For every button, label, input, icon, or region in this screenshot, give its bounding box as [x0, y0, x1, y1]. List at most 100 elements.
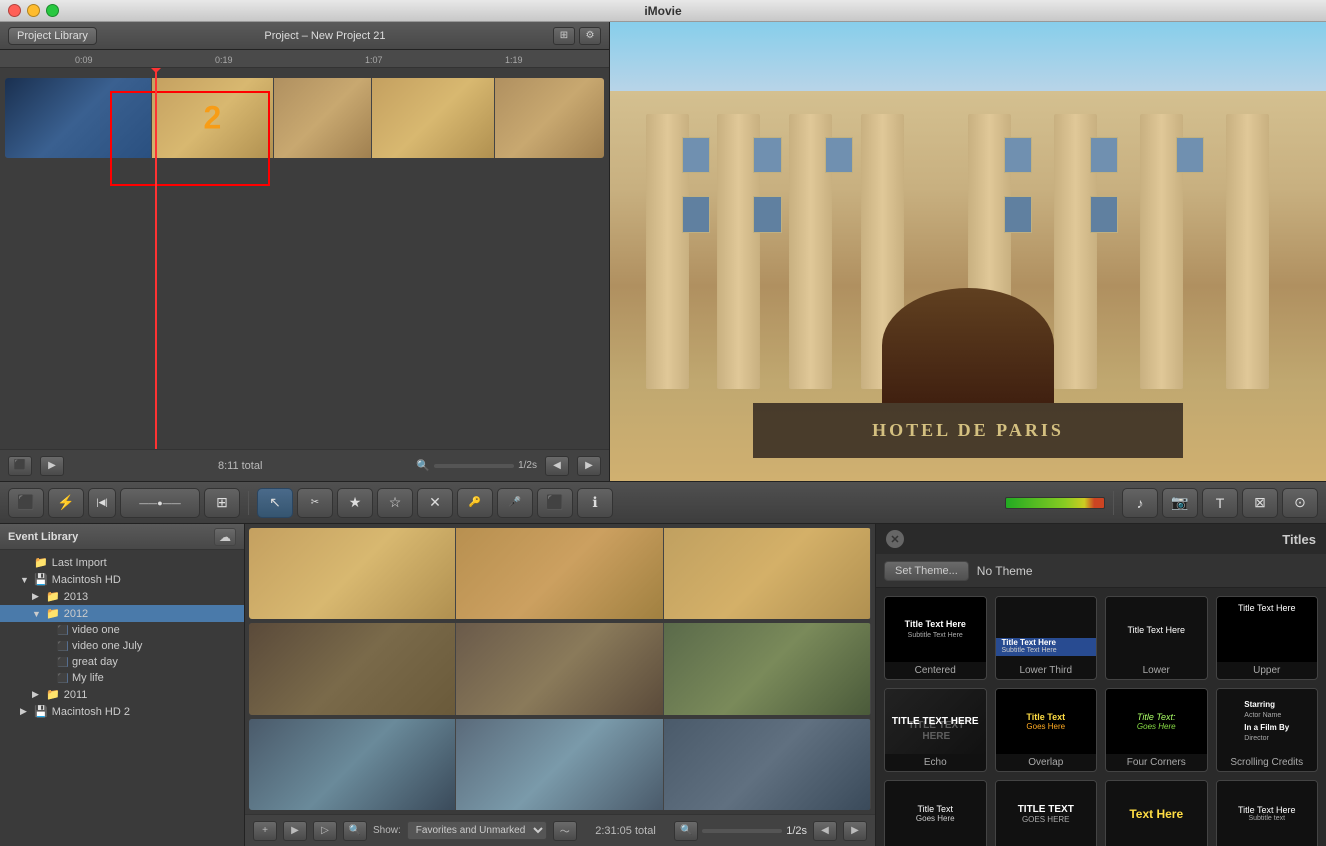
add-to-project-btn[interactable]: +	[253, 821, 277, 841]
select-tool-button[interactable]: ↖	[257, 488, 293, 518]
tree-item-great-day[interactable]: ⬛ great day	[0, 654, 244, 670]
title-card-vertical-drift[interactable]: Text Here Vertical Drift	[1105, 780, 1208, 846]
event-thumb-3	[664, 528, 871, 619]
trim-button[interactable]: |◀|	[88, 488, 116, 518]
maximize-button[interactable]	[46, 4, 59, 17]
grid-view-button[interactable]: ⊞	[204, 488, 240, 518]
upper-preview-text: Title Text Here	[1238, 603, 1296, 613]
tree-item-last-import[interactable]: 📁 Last Import	[0, 554, 244, 571]
reject-button[interactable]: ✕	[417, 488, 453, 518]
playback-bar: ⬛ ▶ 8:11 total 🔍 1/2s ◀ ▶	[0, 449, 609, 481]
title-card-upper[interactable]: Title Text Here Upper	[1216, 596, 1319, 680]
swap-icon[interactable]: ⊞	[553, 27, 575, 45]
show-select[interactable]: Favorites and Unmarked All Clips Favorit…	[407, 821, 547, 840]
event-strip-3[interactable]	[249, 719, 871, 810]
music-button[interactable]: ♪	[1122, 488, 1158, 518]
folder-icon: 📁	[34, 556, 48, 569]
crop-button[interactable]: ⬛	[537, 488, 573, 518]
clip-thumb-1	[5, 78, 152, 158]
title-card-scrolling-credits[interactable]: Starring Actor Name In a Film By Directo…	[1216, 688, 1319, 772]
event-strip-1[interactable]	[249, 528, 871, 619]
minimize-button[interactable]	[27, 4, 40, 17]
project-library-button[interactable]: Project Library	[8, 27, 97, 45]
tree-item-2013[interactable]: ▶ 📁 2013	[0, 588, 244, 605]
audio-waveform-btn[interactable]: 〜	[553, 821, 577, 841]
event-thumb-1	[249, 528, 456, 619]
sidebar-item-label: Last Import	[52, 557, 107, 569]
nav-prev-btn[interactable]: ◀	[813, 821, 837, 841]
browser-duration: 2:31:05 total	[583, 825, 668, 837]
show-label: Show:	[373, 825, 401, 836]
audio-enhance-button[interactable]: 🎤	[497, 488, 533, 518]
tree-item-video-one[interactable]: ⬛ video one	[0, 622, 244, 638]
title-card-lower[interactable]: Title Text Here Lower	[1105, 596, 1208, 680]
library-tree: 📁 Last Import ▼ 💾 Macintosh HD ▶ 📁 2013	[0, 550, 244, 846]
title-card-echo[interactable]: TITLE TEXT HERE TITLE TEXT HERE Echo	[884, 688, 987, 772]
sideways-preview-text: TITLE TEXT GOES HERE	[1018, 804, 1074, 824]
transitions-button[interactable]: ⊠	[1242, 488, 1278, 518]
title-card-drifting[interactable]: Title Text Goes Here Drifting	[884, 780, 987, 846]
tree-item-video-one-july[interactable]: ⬛ video one July	[0, 638, 244, 654]
title-card-sideways-drift[interactable]: TITLE TEXT GOES HERE Sideways Drift	[995, 780, 1098, 846]
action-button[interactable]: ⚡	[48, 488, 84, 518]
photo-button[interactable]: 📷	[1162, 488, 1198, 518]
browser-zoom-btn[interactable]: 🔍	[674, 821, 698, 841]
sidebar-item-label: Macintosh HD 2	[52, 706, 130, 718]
tree-item-macintosh-hd[interactable]: ▼ 💾 Macintosh HD	[0, 571, 244, 588]
clip-strip[interactable]: 2	[5, 78, 604, 158]
nav-left-btn[interactable]: ◀	[545, 456, 569, 476]
title-preview-drifting: Title Text Goes Here	[885, 781, 986, 846]
title-card-overlap[interactable]: Title Text Goes Here Overlap	[995, 688, 1098, 772]
file-icon: ⬛	[58, 641, 68, 651]
trim-clip-button[interactable]: ✂	[297, 488, 333, 518]
favorite-button[interactable]: ★	[337, 488, 373, 518]
thumbnail-slider[interactable]: ——●——	[120, 488, 200, 518]
close-button[interactable]	[8, 4, 21, 17]
action-icon[interactable]: ⚙	[579, 27, 601, 45]
theme-bar: Set Theme... No Theme	[876, 555, 1326, 588]
play-button[interactable]: ▶	[40, 456, 64, 476]
titles-button[interactable]: T	[1202, 488, 1238, 518]
file-icon: ⬛	[58, 657, 68, 667]
event-thumb-8	[456, 719, 663, 810]
tree-item-my-life[interactable]: ⬛ My life	[0, 670, 244, 686]
zoom-event-btn[interactable]: 🔍	[343, 821, 367, 841]
title-card-label: Four Corners	[1127, 754, 1186, 771]
clips-area: 2	[0, 68, 609, 449]
folder-icon: 📁	[46, 607, 60, 620]
set-theme-button[interactable]: Set Theme...	[884, 561, 969, 581]
title-preview-scrolling: Starring Actor Name In a Film By Directo…	[1217, 689, 1318, 754]
title-card-lower-third[interactable]: Title Text Here Subtitle Text Here Lower…	[995, 596, 1098, 680]
maps-button[interactable]: ⊙	[1282, 488, 1318, 518]
title-card-centered[interactable]: Title Text Here Subtitle Text Here Cente…	[884, 596, 987, 680]
title-card-label: Echo	[924, 754, 947, 771]
keyword-button[interactable]: 🔑	[457, 488, 493, 518]
event-thumb-7	[249, 719, 456, 810]
stop-button[interactable]: ⬛	[8, 456, 32, 476]
title-card-four-corners[interactable]: Title Text: Goes Here Four Corners	[1105, 688, 1208, 772]
nav-right-btn[interactable]: ▶	[577, 456, 601, 476]
unfavorite-button[interactable]: ☆	[377, 488, 413, 518]
window-buttons	[8, 4, 59, 17]
event-strip-2[interactable]	[249, 623, 871, 714]
zoom-slider[interactable]	[434, 464, 514, 468]
title-card-zoom[interactable]: Title Text Here Subtitle text Zoom	[1216, 780, 1319, 846]
title-preview-lower-third: Title Text Here Subtitle Text Here	[996, 597, 1097, 662]
info-button[interactable]: ℹ	[577, 488, 613, 518]
title-card-label: Lower	[1143, 662, 1170, 679]
expand-arrow: ▼	[20, 575, 30, 585]
library-icon-btn[interactable]: ☁	[214, 528, 236, 546]
tree-item-2012[interactable]: ▼ 📁 2012	[0, 605, 244, 622]
browser-zoom-slider[interactable]	[702, 829, 782, 833]
title-preview-overlap: Title Text Goes Here	[996, 689, 1097, 754]
nav-next-btn[interactable]: ▶	[843, 821, 867, 841]
tree-item-2011[interactable]: ▶ 📁 2011	[0, 686, 244, 703]
clip-thumb-4	[372, 78, 494, 158]
clip-view-button[interactable]: ⬛	[8, 488, 44, 518]
close-titles-button[interactable]: ✕	[886, 530, 904, 548]
titles-panel: ✕ Titles Set Theme... No Theme Title Tex…	[876, 524, 1326, 846]
play-event-btn[interactable]: ▶	[283, 821, 307, 841]
tree-item-macintosh-hd-2[interactable]: ▶ 💾 Macintosh HD 2	[0, 703, 244, 720]
four-corners-preview-text: Title Text: Goes Here	[1137, 712, 1176, 731]
play-selected-btn[interactable]: ▷	[313, 821, 337, 841]
